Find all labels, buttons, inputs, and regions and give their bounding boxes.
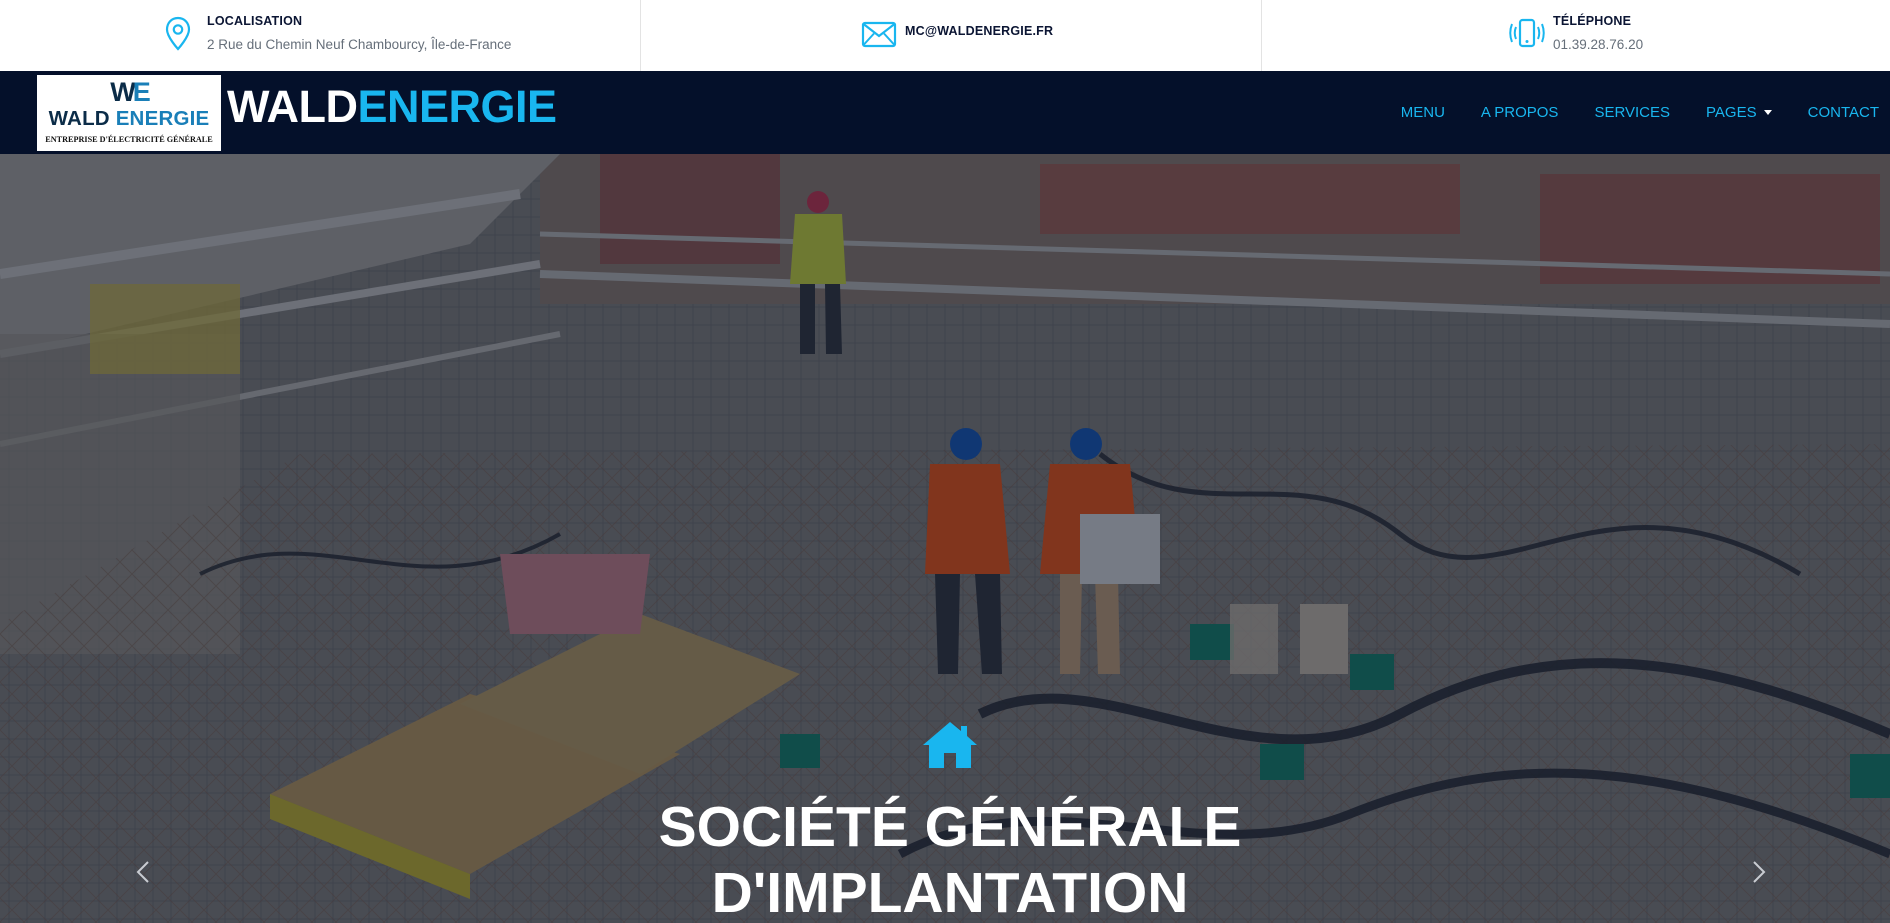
hero-title: SOCIÉTÉ GÉNÉRALE D'IMPLANTATION [445, 794, 1455, 923]
phone-vibrate-icon [1507, 14, 1547, 54]
nav-item-pages-label: PAGES [1706, 104, 1757, 121]
top-info-bar: LOCALISATION 2 Rue du Chemin Neuf Chambo… [0, 0, 1890, 71]
phone-info: TÉLÉPHONE 01.39.28.76.20 [1262, 0, 1890, 71]
nav-item-menu[interactable]: MENU [1401, 104, 1445, 121]
brand-wordmark[interactable]: WALDENERGIE [227, 82, 557, 132]
location-title: LOCALISATION [207, 14, 303, 28]
logo-monogram: WE [110, 77, 151, 107]
home-icon [921, 720, 979, 770]
email-info: MC@WALDENERGIE.FR [641, 0, 1262, 71]
nav-item-contact[interactable]: CONTACT [1808, 104, 1879, 121]
logo-tagline: ENTREPRISE D'ÉLECTRICITÉ GÉNÉRALE [45, 135, 213, 144]
envelope-icon [859, 14, 899, 54]
email-address[interactable]: MC@WALDENERGIE.FR [905, 24, 1053, 38]
phone-title: TÉLÉPHONE [1553, 14, 1632, 28]
location-address: 2 Rue du Chemin Neuf Chambourcy, Île-de-… [207, 37, 512, 52]
map-pin-icon [158, 14, 198, 54]
location-info: LOCALISATION 2 Rue du Chemin Neuf Chambo… [0, 0, 641, 71]
company-logo[interactable]: WE WALD ENERGIE ENTREPRISE D'ÉLECTRICITÉ… [37, 75, 221, 151]
nav-item-a-propos[interactable]: A PROPOS [1481, 104, 1559, 121]
caret-down-icon [1763, 110, 1772, 115]
carousel-next-button[interactable] [1748, 852, 1772, 890]
hero-title-line-1: SOCIÉTÉ GÉNÉRALE [658, 795, 1242, 859]
nav-item-pages[interactable]: PAGES [1706, 104, 1772, 121]
chevron-left-icon [136, 861, 149, 883]
chevron-right-icon [1753, 861, 1766, 883]
nav-menu: MENU A PROPOS SERVICES PAGES CONTACT [1365, 71, 1879, 154]
phone-number[interactable]: 01.39.28.76.20 [1553, 37, 1643, 52]
main-navbar: WE WALD ENERGIE ENTREPRISE D'ÉLECTRICITÉ… [0, 71, 1890, 154]
logo-name: WALD ENERGIE [48, 107, 210, 130]
nav-item-services[interactable]: SERVICES [1594, 104, 1670, 121]
hero-carousel: SOCIÉTÉ GÉNÉRALE D'IMPLANTATION [0, 154, 1890, 923]
carousel-prev-button[interactable] [130, 852, 154, 890]
hero-title-line-2: D'IMPLANTATION [711, 861, 1189, 923]
